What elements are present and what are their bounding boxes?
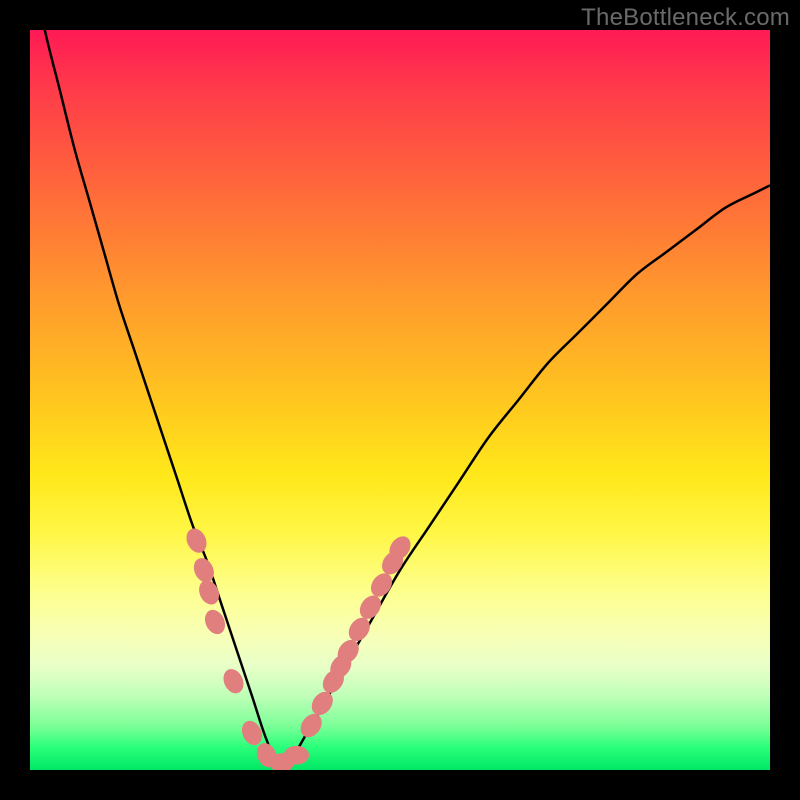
bottleneck-curve <box>30 30 770 770</box>
chart-svg <box>30 30 770 770</box>
chart-marker <box>195 577 223 608</box>
watermark-text: TheBottleneck.com <box>581 4 790 32</box>
chart-frame: TheBottleneck.com <box>0 0 800 800</box>
chart-plot-area <box>30 30 770 770</box>
chart-marker <box>284 746 309 765</box>
chart-marker <box>183 525 211 556</box>
